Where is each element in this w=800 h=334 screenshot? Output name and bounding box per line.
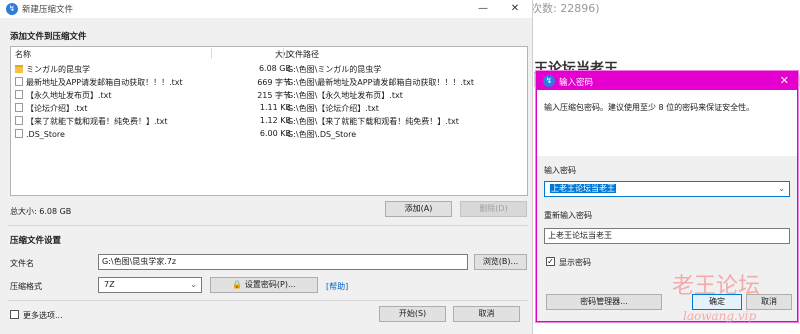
file-path: G:\色图\.DS_Store [287,130,357,139]
archive-settings-section-title: 压缩文件设置 [10,236,62,246]
show-password-checkbox[interactable]: ✓ [546,257,555,266]
file-name: ミンガル的昆虫学 [26,65,90,74]
enter-password-field[interactable]: 上老王论坛当老王 ⌄ [544,181,790,197]
more-options-label[interactable]: 更多选项... [23,310,63,321]
document-icon [15,116,23,125]
format-label: 压缩格式 [10,282,42,291]
reenter-password-field[interactable]: 上老王论坛当老王 [544,228,790,244]
divider [8,225,528,226]
file-row[interactable]: 【来了就能下载和观看！纯免费！】.txt 1.12 KB G:\色图\【来了就能… [11,114,527,127]
window-title: 新建压缩文件 [22,5,74,15]
file-size: 669 字节 [257,78,291,87]
chevron-down-icon: ⌄ [190,280,197,289]
divider [8,300,528,301]
watermark-text: 老王论坛 [672,274,761,299]
file-path: G:\色图\最新地址及APP请发邮箱自动获取！！！.txt [287,78,474,87]
folder-icon [15,65,23,73]
file-path: G:\色图\【论坛介绍】.txt [287,104,379,113]
chevron-down-icon: ⌄ [778,184,785,193]
show-password-label[interactable]: 显示密码 [559,257,591,268]
file-row[interactable]: 【永久地址发布页】.txt 215 字节 G:\色图\【永久地址发布页】.txt [11,88,527,101]
add-button[interactable]: 添加(A) [385,201,452,217]
browse-button[interactable]: 浏览(B)... [474,254,527,270]
enter-password-label: 输入密码 [544,166,576,175]
app-logo-icon: ↯ [6,3,18,15]
password-manager-button[interactable]: 密码管理器... [546,294,662,310]
password-dialog-title: 输入密码 [559,78,594,88]
start-button[interactable]: 开始(S) [379,306,446,322]
format-value: 7Z [104,280,115,289]
file-name: 【永久地址发布页】.txt [26,91,112,100]
delete-button[interactable]: 删除(D) [460,201,527,217]
filename-field[interactable]: G:\色图\昆虫学家.7z [98,254,468,270]
help-link[interactable]: [帮助] [326,281,348,292]
enter-password-value: 上老王论坛当老王 [550,184,616,193]
file-path: G:\色图\【永久地址发布页】.txt [287,91,403,100]
file-row[interactable]: .DS_Store 6.00 KB G:\色图\.DS_Store [11,127,527,140]
close-icon[interactable]: ✕ [780,74,789,87]
document-icon [15,90,23,99]
total-size: 总大小: 6.08 GB [10,207,72,216]
set-password-button[interactable]: 🔒 设置密码(P)... [210,277,318,293]
file-name: .DS_Store [26,130,65,139]
password-dialog-title-bar: ↯ 输入密码 ✕ [537,72,797,90]
file-list-header: 名称 大小 文件路径 [11,47,527,60]
format-select[interactable]: 7Z ⌄ [98,277,202,293]
column-header-name[interactable]: 名称 [15,49,31,60]
close-button[interactable]: ✕ [500,0,530,18]
column-header-path[interactable]: 文件路径 [287,49,319,60]
file-list[interactable]: 名称 大小 文件路径 ミンガル的昆虫学 6.08 GB G:\色图\ミンガル的昆… [10,46,528,196]
title-bar: ↯ 新建压缩文件 — ✕ [0,0,532,18]
filename-label: 文件名 [10,259,34,268]
document-icon [15,77,23,86]
cancel-button[interactable]: 取消 [453,306,520,322]
document-icon [15,103,23,112]
file-row[interactable]: ミンガル的昆虫学 6.08 GB G:\色图\ミンガル的昆虫学 [11,62,527,75]
password-description: 输入压缩包密码。建议使用至少 8 位的密码来保证安全性。 [544,103,755,112]
file-name: 最新地址及APP请发邮箱自动获取！！！.txt [26,78,183,87]
file-path: G:\色图\ミンガル的昆虫学 [287,65,382,74]
file-row[interactable]: 【论坛介绍】.txt 1.11 KB G:\色图\【论坛介绍】.txt [11,101,527,114]
minimize-button[interactable]: — [468,0,498,18]
file-path: G:\色图\【来了就能下载和观看！纯免费！】.txt [287,117,459,126]
file-name: 【论坛介绍】.txt [26,104,88,113]
set-password-label: 设置密码(P)... [244,280,296,289]
document-icon [15,129,23,138]
reenter-password-label: 重新输入密码 [544,211,592,220]
password-dialog-header-area: 输入压缩包密码。建议使用至少 8 位的密码来保证安全性。 [537,90,797,156]
watermark-url: laowang.vip [683,309,757,323]
more-options-checkbox[interactable] [10,310,19,319]
app-logo-icon: ↯ [543,75,555,87]
file-name: 【来了就能下载和观看！纯免费！】.txt [26,117,168,126]
lock-icon: 🔒 [232,280,243,289]
file-size: 215 字节 [257,91,291,100]
new-archive-window: ↯ 新建压缩文件 — ✕ 添加文件到压缩文件 名称 大小 文件路径 ミンガル的昆… [0,0,533,334]
add-files-section-title: 添加文件到压缩文件 [10,32,87,42]
file-row[interactable]: 最新地址及APP请发邮箱自动获取！！！.txt 669 字节 G:\色图\最新地… [11,75,527,88]
